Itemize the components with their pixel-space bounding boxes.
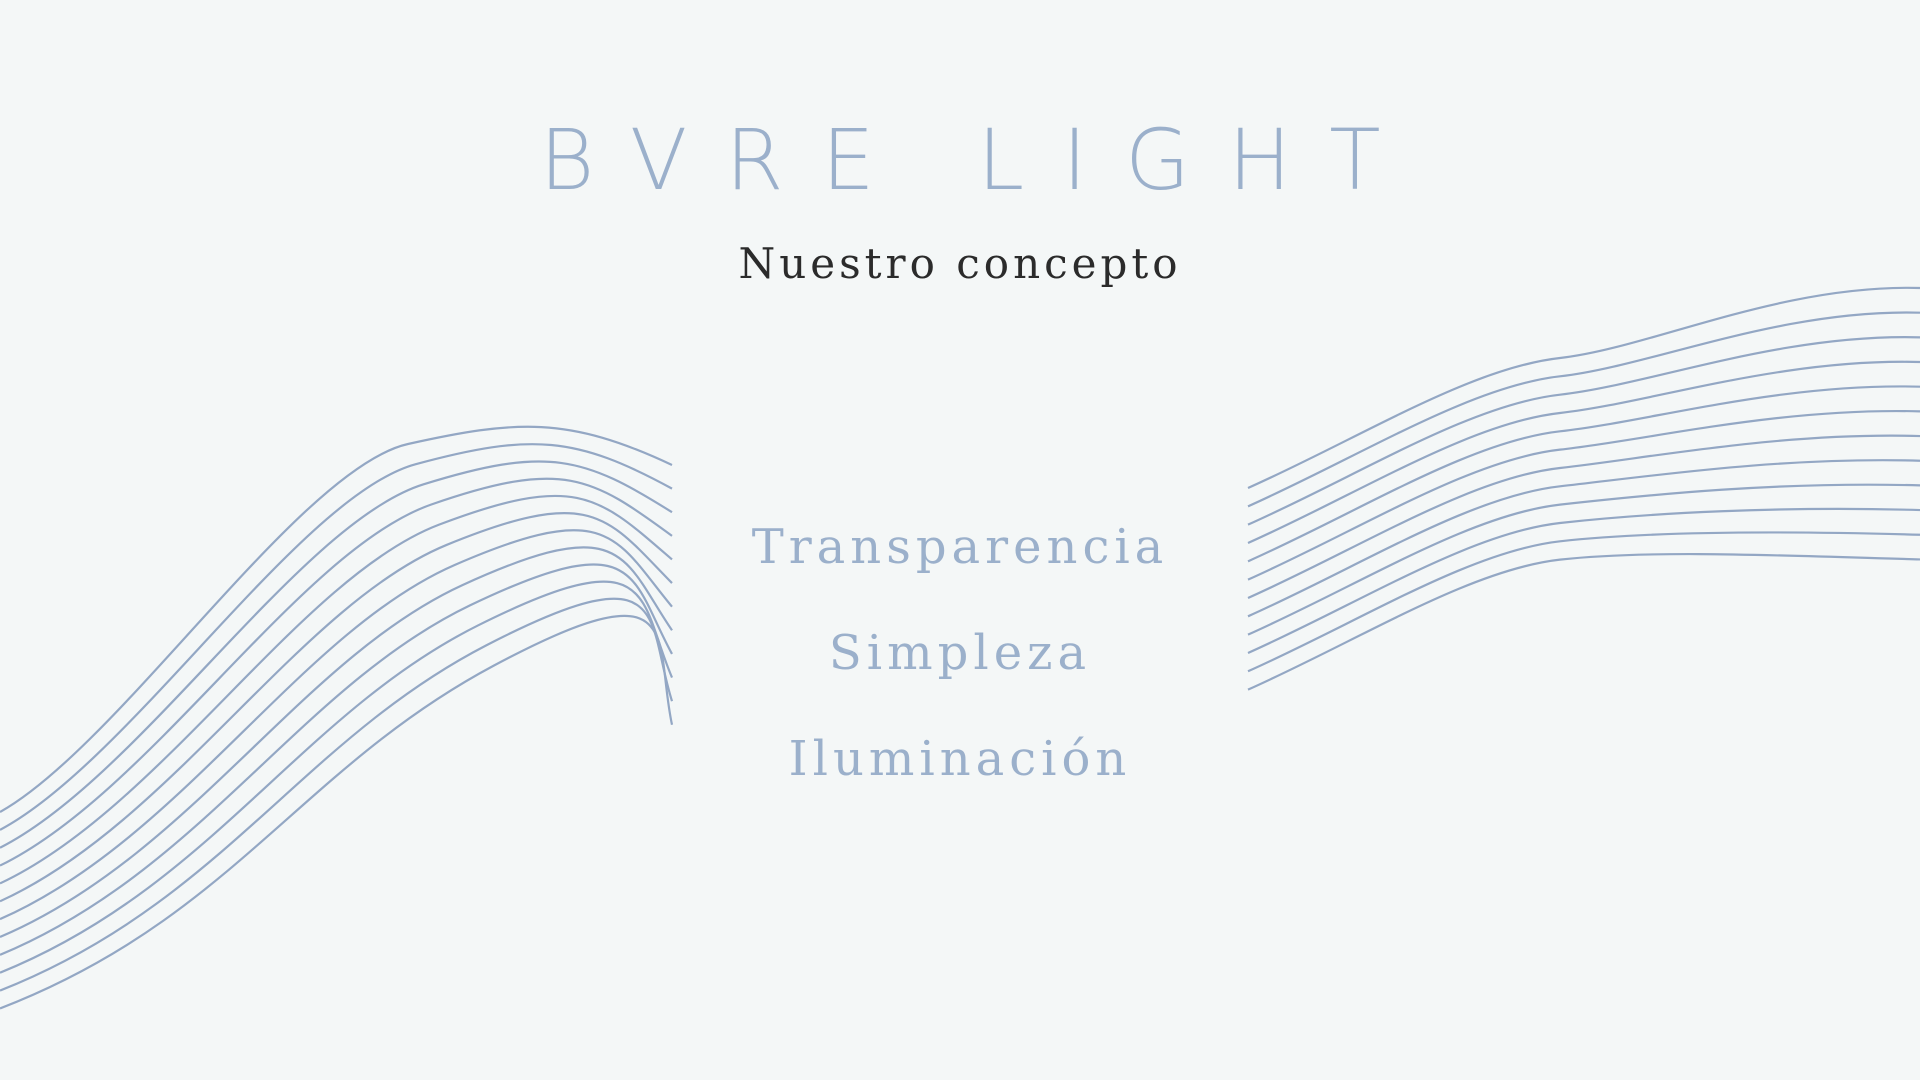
brand-title: BVRE LIGHT bbox=[539, 111, 1419, 209]
concept-item-simpleza: Simpleza bbox=[828, 625, 1092, 681]
slide: BVRE LIGHT Nuestro concepto Transparenci… bbox=[0, 0, 1920, 1080]
page-subtitle: Nuestro concepto bbox=[738, 239, 1182, 288]
concept-item-transparencia: Transparencia bbox=[751, 519, 1169, 575]
concept-list: Transparencia Simpleza Iluminación bbox=[0, 512, 1920, 830]
concept-item-iluminacion: Iluminación bbox=[788, 731, 1132, 787]
wave-line bbox=[1247, 336, 1920, 526]
